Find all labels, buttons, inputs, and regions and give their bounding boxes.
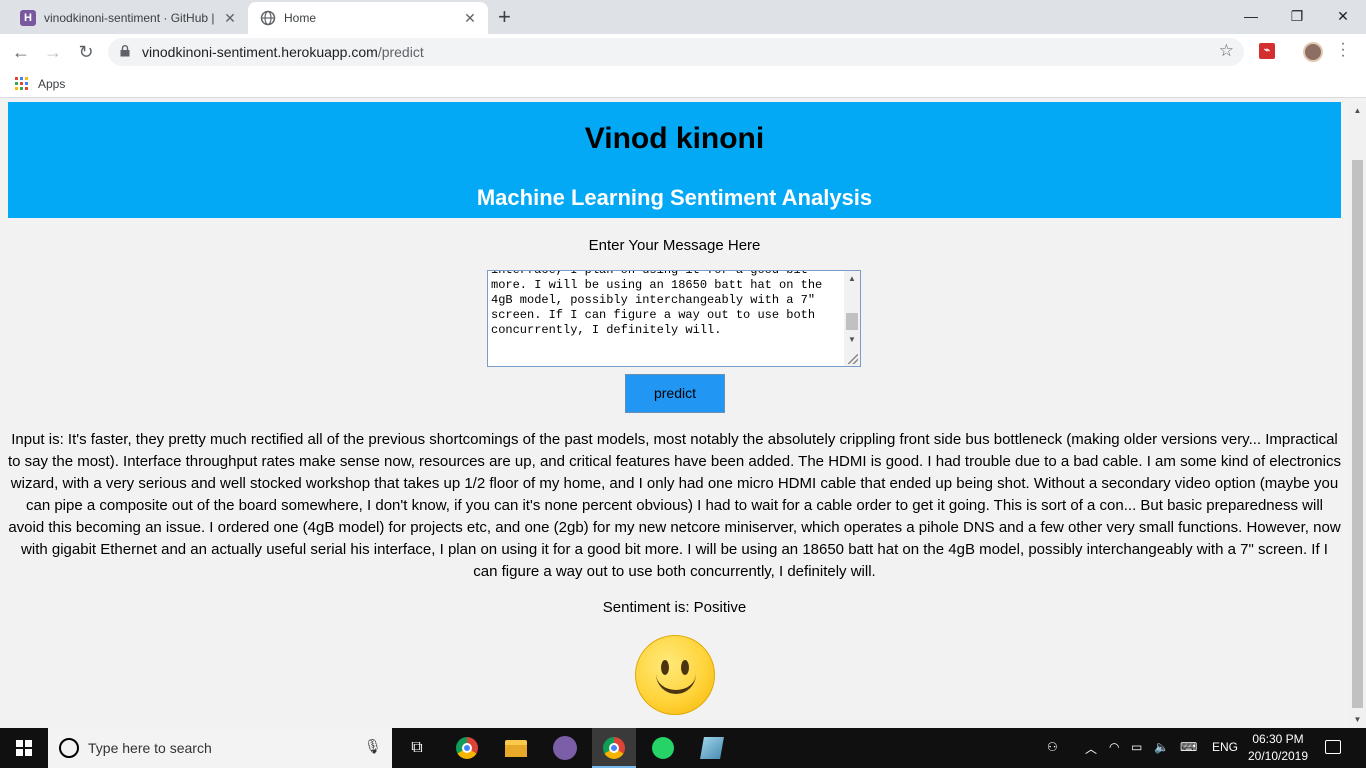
tab-home[interactable]: Home ✕: [248, 2, 488, 34]
new-tab-icon[interactable]: +: [498, 6, 511, 28]
smiley-face-icon: [635, 635, 715, 715]
textarea-scrollbar[interactable]: ▲ ▼: [844, 271, 860, 366]
pdf-extension-icon[interactable]: ⌁: [1259, 43, 1275, 59]
close-tab-icon[interactable]: ✕: [220, 10, 240, 27]
volume-icon[interactable]: 🔈: [1154, 740, 1169, 754]
action-center-icon[interactable]: [1325, 740, 1341, 754]
url-text: vinodkinoni-sentiment.herokuapp.com/pred…: [142, 44, 424, 60]
microphone-icon[interactable]: 🎙: [364, 738, 382, 755]
scroll-down-icon[interactable]: ▼: [844, 335, 860, 344]
result-text: Input is: It's faster, they pretty much …: [8, 431, 1341, 580]
language-indicator[interactable]: ENG: [1212, 740, 1238, 754]
tab-github[interactable]: H vinodkinoni-sentiment · GitHub | ✕: [8, 2, 248, 34]
back-icon[interactable]: ←: [10, 41, 32, 63]
textarea-text: interface, I plan on using it for a good…: [491, 270, 830, 337]
scroll-down-icon[interactable]: ▼: [1349, 715, 1366, 724]
apps-icon[interactable]: [15, 77, 28, 90]
page-title: Vinod kinoni: [584, 122, 765, 155]
scrollbar-thumb[interactable]: [846, 313, 858, 330]
battery-icon[interactable]: ▭: [1131, 740, 1142, 754]
bookmark-star-icon[interactable]: ☆: [1219, 41, 1234, 61]
chrome-active-icon[interactable]: [592, 728, 636, 768]
whatsapp-icon[interactable]: [649, 734, 677, 762]
minimize-icon[interactable]: —: [1228, 0, 1274, 32]
profile-avatar[interactable]: [1303, 42, 1323, 62]
emoji-mouth: [656, 672, 696, 694]
github-desktop-icon[interactable]: [551, 734, 579, 762]
people-icon[interactable]: ⚇: [1047, 740, 1058, 754]
message-textarea[interactable]: interface, I plan on using it for a good…: [487, 270, 861, 367]
search-placeholder: Type here to search: [88, 740, 212, 756]
page-scrollbar[interactable]: ▲ ▼: [1349, 102, 1366, 728]
page-subtitle: Machine Learning Sentiment Analysis: [476, 185, 873, 210]
taskbar: Type here to search 🎙 ⧉ ⚇ ︿ ◠ ▭ 🔈 ⌨ ENG …: [0, 728, 1366, 768]
system-clock[interactable]: 06:30 PM 20/10/2019: [1246, 731, 1310, 765]
url-host: vinodkinoni-sentiment.herokuapp.com: [142, 44, 378, 60]
browser-toolbar: ← → ↻ vinodkinoni-sentiment.herokuapp.co…: [0, 34, 1366, 70]
reload-icon[interactable]: ↻: [75, 41, 97, 63]
scroll-up-icon[interactable]: ▲: [844, 274, 860, 283]
windows-icon: [16, 740, 32, 756]
globe-icon: [260, 10, 276, 26]
clock-date: 20/10/2019: [1247, 749, 1309, 763]
chrome-icon[interactable]: [453, 734, 481, 762]
chevron-up-icon[interactable]: ︿: [1085, 740, 1097, 757]
close-tab-icon[interactable]: ✕: [460, 10, 480, 27]
wifi-icon[interactable]: ◠: [1109, 740, 1119, 754]
task-view-icon[interactable]: ⧉: [403, 734, 431, 762]
start-button[interactable]: [0, 728, 48, 768]
menu-dots-icon[interactable]: · · ·: [1338, 36, 1348, 64]
sentiment-label: Sentiment is: Positive: [602, 599, 747, 616]
forward-icon[interactable]: →: [42, 41, 64, 63]
resize-grip-icon[interactable]: [848, 354, 858, 364]
bookmarks-bar: Apps: [0, 70, 1366, 98]
page-header: Vinod kinoni Machine Learning Sentiment …: [8, 102, 1341, 218]
url-path: /predict: [377, 44, 424, 60]
keyboard-icon[interactable]: ⌨: [1180, 740, 1197, 754]
tab-title: Home: [284, 11, 317, 25]
heroku-icon: H: [20, 10, 36, 26]
address-bar[interactable]: vinodkinoni-sentiment.herokuapp.com/pred…: [108, 38, 1244, 66]
cortana-icon: [59, 738, 79, 758]
scroll-up-icon[interactable]: ▲: [1349, 106, 1366, 115]
message-prompt: Enter Your Message Here: [588, 237, 761, 254]
tab-strip: H vinodkinoni-sentiment · GitHub | ✕ Hom…: [0, 0, 1366, 34]
restore-icon[interactable]: ❐: [1274, 0, 1320, 32]
file-explorer-icon[interactable]: [502, 734, 530, 762]
predict-button[interactable]: predict: [625, 374, 725, 413]
clock-time: 06:30 PM: [1252, 732, 1304, 746]
notepad-icon[interactable]: [698, 734, 726, 762]
scrollbar-thumb[interactable]: [1352, 160, 1363, 708]
tab-title: vinodkinoni-sentiment · GitHub |: [44, 11, 215, 25]
taskbar-search[interactable]: Type here to search 🎙: [48, 728, 392, 768]
page-viewport: Vinod kinoni Machine Learning Sentiment …: [0, 102, 1349, 728]
lock-icon: [120, 45, 130, 57]
close-window-icon[interactable]: ✕: [1320, 0, 1366, 32]
apps-label[interactable]: Apps: [38, 77, 65, 91]
